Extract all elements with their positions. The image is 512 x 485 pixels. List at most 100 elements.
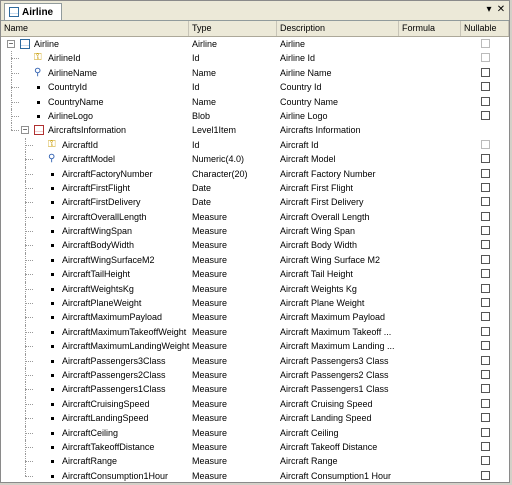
row-description: Aircraft Maximum Takeoff ... xyxy=(280,326,392,337)
column-nullable[interactable]: Nullable xyxy=(461,21,509,36)
nullable-checkbox[interactable] xyxy=(481,53,490,63)
table-row[interactable]: AircraftBodyWidth Measure Aircraft Body Wi… xyxy=(1,238,509,253)
table-row[interactable]: AircraftPassengers1Class Measure Aircraft … xyxy=(1,382,509,397)
nullable-checkbox[interactable] xyxy=(481,110,490,120)
structure-icon xyxy=(9,7,19,17)
nullable-checkbox[interactable] xyxy=(481,154,490,164)
row-description: Aircraft First Flight xyxy=(280,182,354,193)
table-row[interactable]: AircraftPassengers2Class Measure Aircraft … xyxy=(1,367,509,383)
nullable-checkbox[interactable] xyxy=(481,384,490,394)
nullable-checkbox[interactable] xyxy=(481,226,490,236)
column-type[interactable]: Type xyxy=(189,21,277,36)
nullable-checkbox[interactable] xyxy=(481,427,490,437)
collapse-toggle-icon[interactable]: − xyxy=(7,40,15,48)
table-row[interactable]: AircraftPlaneWeight Measure Aircraft Plane… xyxy=(1,296,509,311)
table-row[interactable]: ⚲ AircraftModel Numeric(4.0) Aircraft Model xyxy=(1,152,509,167)
tree-connector xyxy=(25,396,26,412)
table-row[interactable]: AircraftFactoryNumber Character(20) Aircra… xyxy=(1,166,509,181)
table-row[interactable]: CountryName Name Country Name xyxy=(1,94,509,109)
close-icon[interactable]: ✕ xyxy=(495,3,507,16)
tree-connector xyxy=(25,425,26,440)
nullable-checkbox[interactable] xyxy=(481,341,490,351)
tree-connector xyxy=(25,432,33,434)
table-row[interactable]: AircraftConsumption1Hour Measure Aircraft … xyxy=(1,468,509,483)
nullable-checkbox[interactable] xyxy=(481,96,490,106)
row-type: Level1Item xyxy=(192,125,237,136)
tree-connector xyxy=(25,274,33,276)
table-row[interactable]: AircraftLandingSpeed Measure Aircraft Land… xyxy=(1,411,509,426)
tree-connector xyxy=(11,58,19,60)
table-row[interactable]: AircraftMaximumTakeoffWeight Measure Aircr… xyxy=(1,324,509,340)
nullable-checkbox[interactable] xyxy=(481,269,490,279)
nullable-checkbox[interactable] xyxy=(481,355,490,365)
table-row[interactable]: CountryId Id Country Id xyxy=(1,80,509,95)
row-type: Numeric(4.0) xyxy=(192,154,245,165)
nullable-checkbox[interactable] xyxy=(481,312,490,322)
table-row[interactable]: AircraftFirstFlight Date Aircraft First Fl… xyxy=(1,180,509,196)
table-row[interactable]: ⚿ AirlineId Id Airline Id xyxy=(1,51,509,66)
nullable-checkbox[interactable] xyxy=(481,211,490,221)
row-type: Measure xyxy=(192,470,228,481)
dropdown-icon[interactable]: ▾ xyxy=(483,3,495,16)
table-row[interactable]: AircraftCruisingSpeed Measure Aircraft Cru… xyxy=(1,396,509,412)
row-description: Aircraft Range xyxy=(280,456,338,467)
table-row[interactable]: AircraftWingSpan Measure Aircraft Wing Spa… xyxy=(1,224,509,239)
nullable-checkbox[interactable] xyxy=(481,82,490,92)
nullable-checkbox[interactable] xyxy=(481,168,490,178)
tree-connector xyxy=(25,267,26,282)
nullable-checkbox[interactable] xyxy=(481,456,490,466)
column-name[interactable]: Name xyxy=(1,21,189,36)
row-description: Aircrafts Information xyxy=(280,125,361,136)
table-row[interactable]: AircraftCeiling Measure Aircraft Ceiling xyxy=(1,425,509,440)
table-row[interactable]: AircraftTakeoffDistance Measure Aircraft T… xyxy=(1,439,509,455)
table-row[interactable]: AircraftWeightsKg Measure Aircraft Weights… xyxy=(1,281,509,297)
nullable-checkbox[interactable] xyxy=(481,182,490,192)
nullable-checkbox[interactable] xyxy=(481,197,490,207)
nullable-checkbox[interactable] xyxy=(481,39,490,48)
nullable-checkbox[interactable] xyxy=(481,283,490,293)
row-name: AircraftTailHeight xyxy=(62,269,131,280)
table-row[interactable]: AircraftWingSurfaceM2 Measure Aircraft Win… xyxy=(1,252,509,268)
nullable-checkbox[interactable] xyxy=(481,470,490,480)
column-description[interactable]: Description xyxy=(277,21,399,36)
row-name: AircraftOverallLength xyxy=(62,211,147,222)
nullable-checkbox[interactable] xyxy=(481,398,490,408)
tab-airline[interactable]: Airline xyxy=(4,3,63,20)
nullable-checkbox[interactable] xyxy=(481,240,490,250)
row-description: Airline Id xyxy=(280,53,316,64)
nullable-checkbox[interactable] xyxy=(481,67,490,77)
attribute-icon xyxy=(37,100,40,104)
tree-connector xyxy=(25,475,33,477)
row-type: Measure xyxy=(192,298,228,309)
table-row[interactable]: AircraftOverallLength Measure Aircraft Ove… xyxy=(1,209,509,225)
row-type: Measure xyxy=(192,384,228,395)
nullable-checkbox[interactable] xyxy=(481,298,490,308)
nullable-checkbox[interactable] xyxy=(481,139,490,149)
table-row[interactable]: AircraftRange Measure Aircraft Range xyxy=(1,454,509,469)
collapse-toggle-icon[interactable]: − xyxy=(21,126,29,135)
row-type: Measure xyxy=(192,326,228,337)
nullable-checkbox[interactable] xyxy=(481,441,490,451)
table-row[interactable]: AircraftMaximumPayload Measure Aircraft Ma… xyxy=(1,310,509,325)
nullable-checkbox[interactable] xyxy=(481,326,490,336)
description-icon: ⚲ xyxy=(48,153,56,165)
nullable-checkbox[interactable] xyxy=(481,254,490,264)
row-description: Airline Name xyxy=(280,67,332,78)
attribute-icon xyxy=(51,172,54,176)
row-description: Aircraft Overall Length xyxy=(280,211,370,222)
column-formula[interactable]: Formula xyxy=(399,21,461,36)
tree-connector xyxy=(11,123,12,131)
table-row[interactable]: ⚿ AircraftId Id Aircraft Id xyxy=(1,137,509,153)
nullable-checkbox[interactable] xyxy=(481,369,490,379)
table-row[interactable]: − AircraftsInformation Level1Item Aircrafts… xyxy=(1,123,509,137)
table-row[interactable]: AircraftPassengers3Class Measure Aircraft … xyxy=(1,353,509,368)
table-row[interactable]: − Airline Airline Airline xyxy=(1,37,509,51)
table-row[interactable]: AircraftFirstDelivery Date Aircraft First … xyxy=(1,195,509,210)
table-row[interactable]: AircraftTailHeight Measure Aircraft Tail H… xyxy=(1,267,509,282)
table-row[interactable]: AircraftMaximumLandingWeight Measure Aircr… xyxy=(1,339,509,354)
table-row[interactable]: ⚲ AirlineName Name Airline Name xyxy=(1,65,509,81)
nullable-checkbox[interactable] xyxy=(481,413,490,423)
table-row[interactable]: AirlineLogo Blob Airline Logo xyxy=(1,108,509,124)
tab-label: Airline xyxy=(22,6,54,18)
key-icon: ⚿ xyxy=(34,52,42,64)
